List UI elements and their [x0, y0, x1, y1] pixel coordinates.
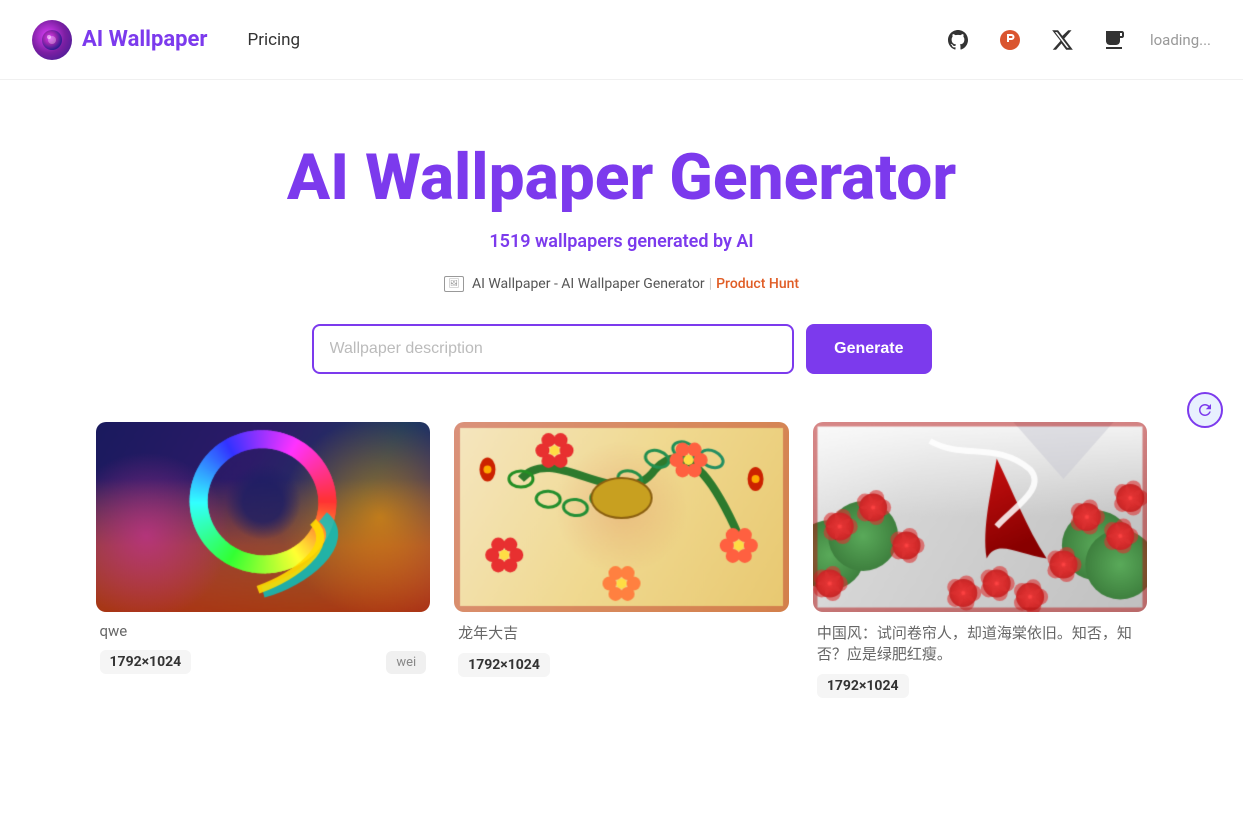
github-icon — [946, 28, 970, 52]
gallery-item-3[interactable]: 中国风：试问卷帘人，却道海棠依旧。知否，知否？应是绿肥红瘦。 1792×1024 — [813, 422, 1148, 698]
gallery-meta-1: 1792×1024 wei — [96, 650, 431, 674]
logo-area[interactable]: AI Wallpaper — [32, 20, 207, 60]
header: AI Wallpaper Pricing — [0, 0, 1243, 80]
gallery-image-2 — [454, 422, 789, 612]
gallery-size-3: 1792×1024 — [817, 674, 909, 698]
producthunt-icon — [998, 28, 1022, 52]
gallery-label-1: qwe — [96, 622, 431, 640]
nav-pricing[interactable]: Pricing — [247, 30, 300, 50]
product-hunt-badge: 🖼 AI Wallpaper - AI Wallpaper Generator … — [444, 276, 799, 292]
producthunt-link[interactable] — [994, 24, 1026, 56]
gallery-user-1: wei — [386, 651, 426, 674]
badge-text: AI Wallpaper - AI Wallpaper Generator | … — [472, 276, 799, 292]
main-nav: Pricing — [247, 30, 300, 50]
product-hunt-link[interactable]: Product Hunt — [716, 276, 799, 292]
gallery-item-2[interactable]: 龙年大吉 1792×1024 — [454, 422, 789, 698]
gallery: qwe 1792×1024 wei 龙年大吉 1792×1024 中国风：试问卷… — [72, 422, 1172, 698]
loading-text: loading... — [1150, 31, 1211, 49]
scroll-indicator[interactable] — [1187, 392, 1223, 428]
main-content: AI Wallpaper Generator 1519 wallpapers g… — [0, 80, 1243, 698]
gallery-size-2: 1792×1024 — [458, 653, 550, 677]
wallpaper-canvas-1 — [96, 422, 431, 612]
gallery-item-1[interactable]: qwe 1792×1024 wei — [96, 422, 431, 698]
badge-icon: 🖼 — [444, 276, 464, 292]
wallpaper-canvas-3 — [813, 422, 1148, 612]
search-input[interactable] — [312, 324, 795, 374]
gallery-image-3 — [813, 422, 1148, 612]
gallery-image-1 — [96, 422, 431, 612]
github-link[interactable] — [942, 24, 974, 56]
gallery-meta-2: 1792×1024 — [454, 653, 789, 677]
generate-button[interactable]: Generate — [806, 324, 931, 374]
coffee-link[interactable] — [1098, 24, 1130, 56]
gallery-size-1: 1792×1024 — [100, 650, 192, 674]
twitter-icon — [1050, 28, 1074, 52]
logo-text: AI Wallpaper — [82, 27, 207, 52]
hero-subtitle: 1519 wallpapers generated by AI — [489, 231, 753, 252]
gallery-meta-3: 1792×1024 — [813, 674, 1148, 698]
wallpaper-canvas-2 — [454, 422, 789, 612]
badge-separator: | — [709, 276, 712, 292]
badge-icon-label: 🖼 — [448, 279, 459, 289]
hero-title: AI Wallpaper Generator — [287, 140, 956, 215]
logo-icon — [32, 20, 72, 60]
coffee-icon — [1102, 28, 1126, 52]
subtitle-suffix: wallpapers generated by AI — [535, 231, 754, 252]
badge-prefix: AI Wallpaper - AI Wallpaper Generator — [472, 276, 705, 292]
wallpaper-count: 1519 — [489, 231, 530, 252]
refresh-icon — [1196, 401, 1214, 419]
gallery-label-3: 中国风：试问卷帘人，却道海棠依旧。知否，知否？应是绿肥红瘦。 — [813, 622, 1148, 664]
gallery-label-2: 龙年大吉 — [454, 622, 789, 643]
header-right: loading... — [942, 24, 1211, 56]
twitter-link[interactable] — [1046, 24, 1078, 56]
search-area: Generate — [312, 324, 932, 374]
